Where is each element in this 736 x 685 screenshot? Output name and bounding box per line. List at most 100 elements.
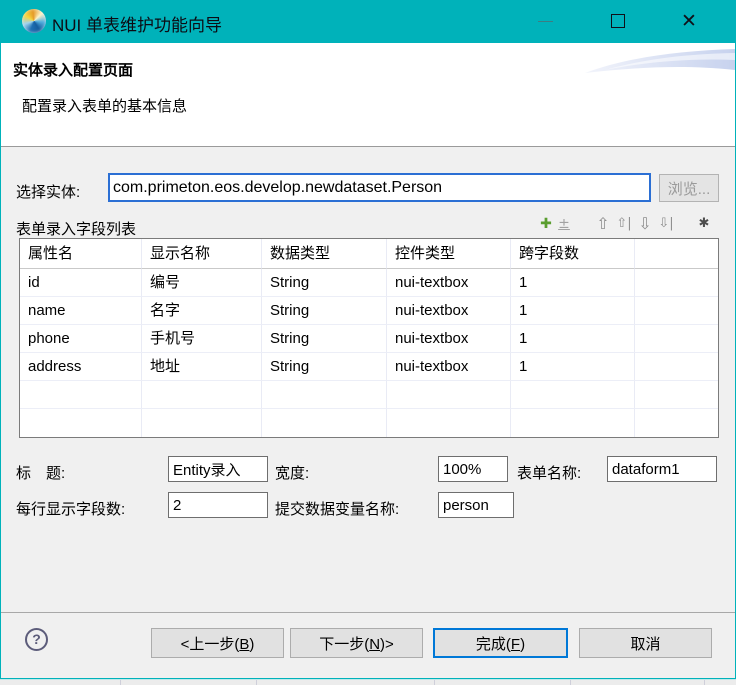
table-cell: [142, 381, 262, 409]
field-list-toolbar: ✚ ± ⇧ ⇧| ⇩ ⇩| ✱: [537, 213, 719, 235]
background-window-strip: [0, 679, 736, 685]
table-row[interactable]: [20, 409, 718, 437]
table-cell: [511, 409, 635, 437]
table-row[interactable]: address地址Stringnui-textbox1: [20, 353, 718, 381]
page-title: 实体录入配置页面: [13, 59, 133, 80]
move-bottom-icon[interactable]: ⇩|: [655, 214, 677, 234]
table-cell: [635, 381, 718, 409]
delete-row-icon[interactable]: ✱: [695, 214, 713, 234]
table-cell: 1: [511, 297, 635, 325]
wizard-dialog: NUI 单表维护功能向导 ✕ 实体录入配置页面: [0, 0, 736, 679]
table-header-row: 属性名显示名称数据类型控件类型跨字段数: [20, 239, 718, 269]
close-button[interactable]: ✕: [666, 0, 712, 42]
screen: NUI 单表维护功能向导 ✕ 实体录入配置页面: [0, 0, 736, 685]
column-header: 数据类型: [262, 239, 387, 269]
help-button[interactable]: ?: [25, 628, 48, 651]
next-mnemonic: N: [369, 636, 380, 653]
table-cell: [20, 409, 142, 437]
minimize-icon: [538, 21, 553, 22]
maximize-button[interactable]: [595, 0, 641, 42]
fields-per-row-label: 每行显示字段数:: [16, 498, 125, 519]
form-title-label: 标 题:: [16, 462, 65, 483]
table-cell: address: [20, 353, 142, 381]
finish-button-label: 完成(: [476, 636, 511, 653]
column-header: 跨字段数: [511, 239, 635, 269]
table-cell: [20, 381, 142, 409]
table-row[interactable]: [20, 381, 718, 409]
table-cell: 地址: [142, 353, 262, 381]
next-button[interactable]: 下一步(N)>: [290, 628, 423, 658]
submit-var-label: 提交数据变量名称:: [275, 498, 399, 519]
add-remove-icon[interactable]: ±: [555, 214, 573, 234]
close-icon: ✕: [681, 12, 697, 31]
table-cell: [387, 381, 511, 409]
finish-mnemonic: F: [511, 636, 520, 653]
finish-button-suffix: ): [520, 636, 525, 653]
table-cell: 名字: [142, 297, 262, 325]
table-cell: [262, 409, 387, 437]
table-cell: nui-textbox: [387, 269, 511, 297]
fields-per-row-input[interactable]: [168, 492, 268, 518]
table-row[interactable]: id编号Stringnui-textbox1: [20, 269, 718, 297]
cancel-button[interactable]: 取消: [579, 628, 712, 658]
back-mnemonic: B: [239, 636, 249, 653]
table-cell: nui-textbox: [387, 325, 511, 353]
field-list-label: 表单录入字段列表: [16, 218, 136, 239]
table-cell: String: [262, 269, 387, 297]
browse-button[interactable]: 浏览...: [659, 174, 719, 202]
column-header: 控件类型: [387, 239, 511, 269]
page-subtitle: 配置录入表单的基本信息: [22, 95, 187, 116]
table-cell: 1: [511, 353, 635, 381]
column-header: 属性名: [20, 239, 142, 269]
table-cell: 手机号: [142, 325, 262, 353]
back-button-label: <上一步(: [181, 636, 240, 653]
table-cell: [262, 381, 387, 409]
form-title-input[interactable]: [168, 456, 268, 482]
minimize-button[interactable]: [522, 0, 568, 42]
back-button-suffix: ): [249, 636, 254, 653]
table-cell: [635, 297, 718, 325]
back-button[interactable]: <上一步(B): [151, 628, 284, 658]
move-down-icon[interactable]: ⇩: [635, 214, 655, 234]
field-table: 属性名显示名称数据类型控件类型跨字段数id编号Stringnui-textbox…: [19, 238, 719, 438]
form-name-input[interactable]: [607, 456, 717, 482]
add-row-icon[interactable]: ✚: [537, 214, 555, 234]
table-cell: id: [20, 269, 142, 297]
table-cell: String: [262, 325, 387, 353]
width-label: 宽度:: [275, 462, 309, 483]
next-button-suffix: )>: [380, 636, 394, 653]
table-cell: [142, 409, 262, 437]
table-cell: 1: [511, 325, 635, 353]
table-cell: String: [262, 353, 387, 381]
entity-label: 选择实体:: [16, 181, 80, 202]
table-cell: [635, 353, 718, 381]
title-bar[interactable]: NUI 单表维护功能向导 ✕: [0, 0, 736, 43]
entity-input[interactable]: [108, 173, 651, 202]
table-cell: [387, 409, 511, 437]
table-cell: nui-textbox: [387, 353, 511, 381]
maximize-icon: [611, 14, 625, 28]
wizard-banner: 实体录入配置页面 配置录入表单的基本信息: [1, 43, 735, 147]
app-logo-icon: [22, 9, 46, 33]
window-title: NUI 单表维护功能向导: [52, 11, 222, 36]
next-button-label: 下一步(: [319, 636, 369, 653]
table-cell: 1: [511, 269, 635, 297]
table-cell: 编号: [142, 269, 262, 297]
table-row[interactable]: phone手机号Stringnui-textbox1: [20, 325, 718, 353]
width-input[interactable]: [438, 456, 508, 482]
form-name-label: 表单名称:: [517, 462, 581, 483]
table-cell: [511, 381, 635, 409]
submit-var-input[interactable]: [438, 492, 514, 518]
move-up-icon[interactable]: ⇧: [593, 214, 613, 234]
button-bar-separator: [1, 612, 735, 613]
table-cell: name: [20, 297, 142, 325]
column-header: [635, 239, 718, 269]
table-cell: [635, 269, 718, 297]
column-header: 显示名称: [142, 239, 262, 269]
table-cell: phone: [20, 325, 142, 353]
table-row[interactable]: name名字Stringnui-textbox1: [20, 297, 718, 325]
finish-button[interactable]: 完成(F): [433, 628, 568, 658]
banner-swoosh-graphic: [585, 46, 735, 78]
move-top-icon[interactable]: ⇧|: [613, 214, 635, 234]
table-cell: String: [262, 297, 387, 325]
